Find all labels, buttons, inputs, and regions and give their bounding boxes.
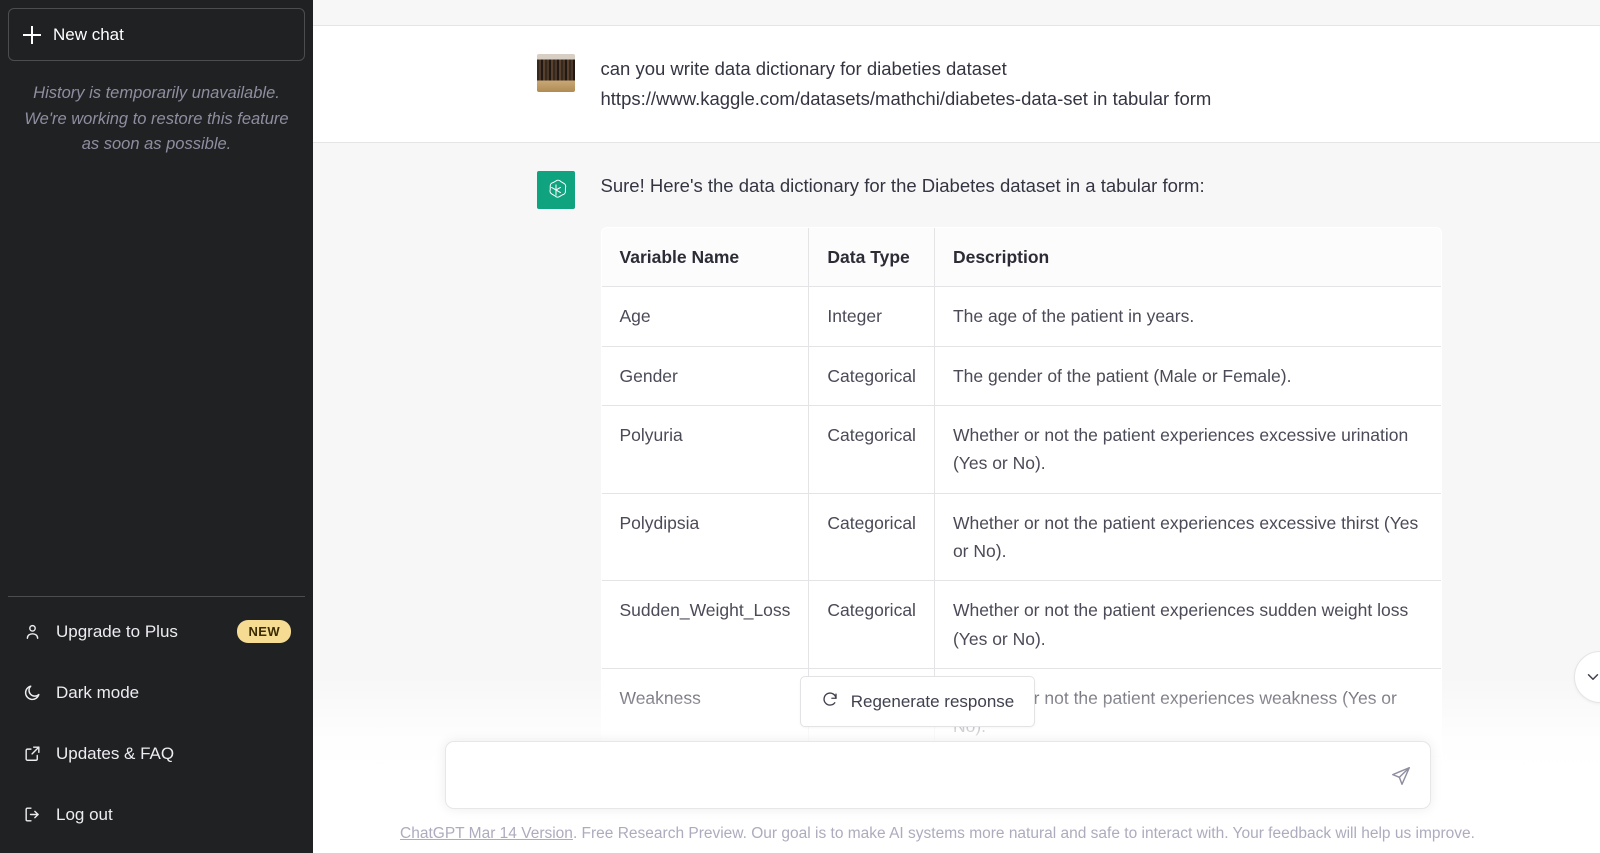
chatgpt-app: New chat History is temporarily unavaila…: [0, 0, 1600, 853]
message-input[interactable]: [466, 756, 1386, 794]
plus-icon: [23, 26, 41, 44]
sidebar-item-upgrade-to-plus[interactable]: Upgrade to Plus NEW: [8, 601, 305, 662]
cell-variable: Age: [601, 287, 809, 346]
sidebar-item-label: Log out: [56, 805, 291, 825]
cell-variable: Polyuria: [601, 405, 809, 493]
new-chat-label: New chat: [53, 25, 124, 45]
cell-type: Categorical: [809, 405, 935, 493]
message-composer[interactable]: [445, 741, 1431, 809]
table-header-description: Description: [934, 227, 1441, 286]
regenerate-wrapper: Regenerate response: [313, 676, 1600, 727]
table-header-data-type: Data Type: [809, 227, 935, 286]
composer-area: Regenerate response ChatGPT Mar 14 Versi…: [313, 676, 1600, 853]
cell-variable: Sudden_Weight_Loss: [601, 581, 809, 669]
user-message: can you write data dictionary for diabet…: [313, 26, 1600, 142]
table-row: Age Integer The age of the patient in ye…: [601, 287, 1441, 346]
sidebar-item-updates-and-faq[interactable]: Updates & FAQ: [8, 723, 305, 784]
sidebar-item-label: Updates & FAQ: [56, 744, 291, 764]
person-icon: [22, 622, 42, 642]
cell-variable: Polydipsia: [601, 493, 809, 581]
user-message-body: can you write data dictionary for diabet…: [601, 54, 1483, 114]
table-header-variable-name: Variable Name: [601, 227, 809, 286]
footer-rest-text: . Free Research Preview. Our goal is to …: [573, 825, 1475, 842]
main-panel: can you write data dictionary for diabet…: [313, 0, 1600, 853]
logout-icon: [22, 805, 42, 825]
external-link-icon: [22, 744, 42, 764]
regenerate-response-label: Regenerate response: [851, 692, 1015, 712]
cell-description: Whether or not the patient experiences s…: [934, 581, 1441, 669]
sidebar-spacer: [8, 158, 305, 596]
table-row: Gender Categorical The gender of the pat…: [601, 346, 1441, 405]
cell-variable: Gender: [601, 346, 809, 405]
regenerate-response-button[interactable]: Regenerate response: [800, 676, 1036, 727]
sidebar-item-label: Upgrade to Plus: [56, 622, 223, 642]
user-avatar-photo: [537, 54, 575, 92]
cell-description: Whether or not the patient experiences e…: [934, 405, 1441, 493]
sidebar-item-dark-mode[interactable]: Dark mode: [8, 662, 305, 723]
table-row: Sudden_Weight_Loss Categorical Whether o…: [601, 581, 1441, 669]
cell-description: The gender of the patient (Male or Femal…: [934, 346, 1441, 405]
user-message-line-1: can you write data dictionary for diabet…: [601, 54, 1483, 84]
cell-description: The age of the patient in years.: [934, 287, 1441, 346]
table-row: Polyuria Categorical Whether or not the …: [601, 405, 1441, 493]
history-unavailable-note: History is temporarily unavailable. We'r…: [8, 61, 305, 158]
sidebar-item-label: Dark mode: [56, 683, 291, 703]
cell-type: Integer: [809, 287, 935, 346]
sidebar-bottom-menu: Upgrade to Plus NEW Dark mode: [8, 596, 305, 845]
moon-icon: [22, 683, 42, 703]
user-message-line-2: https://www.kaggle.com/datasets/mathchi/…: [601, 84, 1483, 114]
cell-type: Categorical: [809, 493, 935, 581]
footer-disclaimer: ChatGPT Mar 14 Version. Free Research Pr…: [400, 809, 1475, 853]
cell-description: Whether or not the patient experiences e…: [934, 493, 1441, 581]
new-chat-button[interactable]: New chat: [8, 8, 305, 61]
avatar: [537, 54, 575, 92]
sidebar-item-log-out[interactable]: Log out: [8, 784, 305, 845]
refresh-icon: [821, 690, 839, 713]
version-link[interactable]: ChatGPT Mar 14 Version: [400, 825, 573, 842]
chatgpt-logo-icon: [537, 171, 575, 209]
table-header-row: Variable Name Data Type Description: [601, 227, 1441, 286]
assistant-intro-text: Sure! Here's the data dictionary for the…: [601, 171, 1483, 201]
cell-type: Categorical: [809, 346, 935, 405]
cell-type: Categorical: [809, 581, 935, 669]
send-icon[interactable]: [1386, 761, 1416, 791]
table-row: Polydipsia Categorical Whether or not th…: [601, 493, 1441, 581]
sidebar: New chat History is temporarily unavaila…: [0, 0, 313, 853]
status-badge: NEW: [237, 620, 291, 643]
previous-message-strip: [313, 0, 1600, 26]
